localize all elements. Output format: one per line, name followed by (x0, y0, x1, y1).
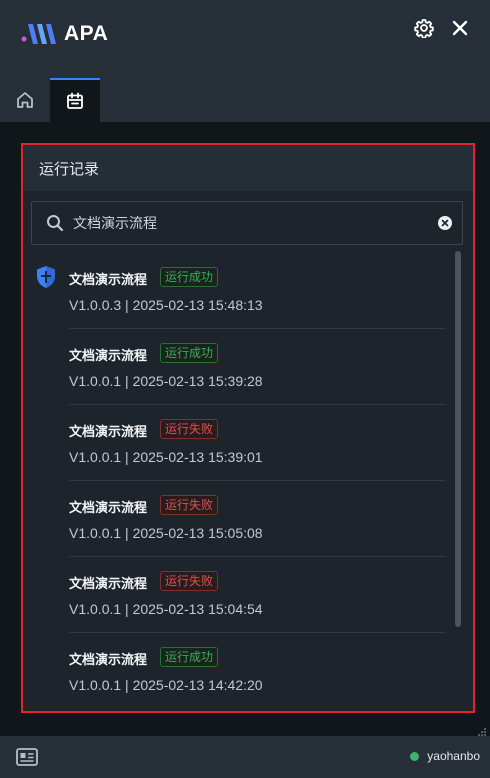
settings-button[interactable] (412, 16, 436, 40)
run-record-item[interactable]: 文档演示流程 运行失败 V1.0.0.1 | 2025-02-13 15:39:… (69, 405, 445, 481)
record-meta: V1.0.0.3 | 2025-02-13 15:48:13 (69, 297, 263, 313)
record-name: 文档演示流程 (69, 500, 148, 515)
panel-header: 运行记录 (23, 145, 473, 191)
record-name: 文档演示流程 (69, 348, 148, 363)
list-scrollbar[interactable] (455, 251, 461, 627)
resize-grip-icon[interactable] (478, 728, 486, 736)
search-input[interactable] (73, 215, 438, 231)
apa-logo-icon (21, 24, 56, 44)
run-record-item[interactable]: 文档演示流程 运行成功 V1.0.0.1 | 2025-02-13 14:42:… (69, 633, 445, 709)
user-status: yaohanbo (410, 749, 480, 763)
record-meta: V1.0.0.1 | 2025-02-13 15:05:08 (69, 525, 263, 541)
run-record-item[interactable]: 文档演示流程 运行失败 V1.0.0.1 | 2025-02-13 15:05:… (69, 481, 445, 557)
status-badge: 运行失败 (160, 495, 219, 515)
app-name: APA (64, 22, 109, 45)
online-status-dot (410, 751, 420, 761)
close-button[interactable] (448, 16, 472, 40)
run-record-item[interactable]: 文档演示流程 运行失败 V1.0.0.1 | 2025-02-13 15:04:… (69, 557, 445, 633)
gear-icon (414, 19, 434, 38)
run-record-item[interactable]: 文档演示流程 运行成功 V1.0.0.3 | 2025-02-13 15:48:… (69, 253, 445, 329)
run-record-item[interactable]: 文档演示流程 运行成功 V1.0.0.1 | 2025-02-13 15:39:… (69, 329, 445, 405)
status-bar: yaohanbo (0, 736, 490, 778)
app-logo: APA (20, 22, 108, 46)
home-icon (17, 92, 33, 108)
clear-icon (441, 219, 449, 227)
tab-home[interactable] (0, 78, 50, 122)
status-badge: 运行失败 (160, 419, 219, 439)
close-icon (452, 20, 468, 36)
tab-calendar[interactable] (50, 78, 100, 122)
status-badge: 运行成功 (160, 343, 219, 363)
status-badge: 运行成功 (160, 267, 219, 287)
search-icon (47, 215, 64, 232)
run-records-panel: 运行记录 文档演示流程 运行成功 V1.0.0.3 | 2025- (21, 143, 475, 713)
status-badge: 运行失败 (160, 571, 219, 591)
search-box (31, 201, 463, 245)
run-record-list: 文档演示流程 运行成功 V1.0.0.3 | 2025-02-13 15:48:… (23, 253, 451, 711)
status-badge: 运行成功 (160, 647, 219, 667)
record-name: 文档演示流程 (69, 576, 148, 591)
content-area: 运行记录 文档演示流程 运行成功 V1.0.0.3 | 2025- (0, 122, 490, 736)
calendar-icon (67, 92, 83, 109)
panel-title: 运行记录 (39, 160, 100, 178)
record-meta: V1.0.0.1 | 2025-02-13 15:39:28 (69, 373, 263, 389)
username: yaohanbo (427, 749, 480, 763)
tab-bar (0, 70, 490, 122)
clear-search-button[interactable] (438, 216, 452, 230)
record-name: 文档演示流程 (69, 652, 148, 667)
record-meta: V1.0.0.1 | 2025-02-13 15:04:54 (69, 601, 263, 617)
title-bar: APA (0, 0, 490, 70)
id-card-icon[interactable] (16, 748, 38, 766)
record-name: 文档演示流程 (69, 424, 148, 439)
record-meta: V1.0.0.1 | 2025-02-13 15:39:01 (69, 449, 263, 465)
record-name: 文档演示流程 (69, 272, 148, 287)
record-meta: V1.0.0.1 | 2025-02-13 14:42:20 (69, 677, 263, 693)
